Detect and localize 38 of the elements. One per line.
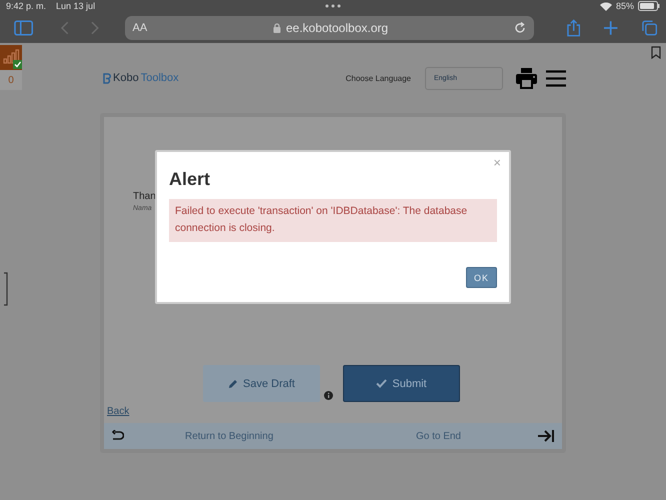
bracket-mark (4, 272, 8, 306)
language-label: Choose Language (346, 74, 411, 82)
go-to-end-icon[interactable] (538, 430, 554, 442)
info-icon[interactable] (324, 391, 333, 400)
sidebar-icon[interactable] (14, 20, 34, 36)
bookmark-icon[interactable] (651, 46, 661, 59)
battery-percent: 85% (616, 1, 634, 11)
go-to-end-link[interactable]: Go to End (416, 430, 461, 442)
menu-icon[interactable] (546, 70, 566, 86)
share-icon[interactable] (566, 18, 580, 36)
address-bar[interactable]: AA ee.kobotoolbox.org (124, 16, 534, 40)
kobotoolbox-logo[interactable]: Kobo Toolbox (103, 72, 179, 84)
text-size-button[interactable]: AA (132, 22, 148, 34)
close-button[interactable]: × (493, 155, 501, 170)
battery-icon (638, 1, 660, 11)
return-icon[interactable] (112, 430, 124, 442)
pencil-icon (228, 378, 238, 388)
return-to-beginning-link[interactable]: Return to Beginning (185, 430, 274, 442)
tabs-icon[interactable] (642, 20, 657, 36)
submit-button[interactable]: Submit (343, 365, 460, 402)
error-message: Failed to execute 'transaction' on 'IDBDatabase': The database connection is closing. (169, 199, 497, 242)
more-icon[interactable] (325, 4, 341, 8)
ok-button[interactable]: OK (466, 267, 497, 288)
lock-icon (272, 22, 281, 32)
status-date: Lun 13 jul (56, 1, 96, 11)
reload-icon[interactable] (514, 22, 526, 34)
url-text: ee.kobotoolbox.org (286, 20, 388, 34)
print-icon[interactable] (516, 68, 537, 88)
check-icon (376, 379, 388, 388)
save-draft-button[interactable]: Save Draft (203, 365, 320, 402)
queue-count: 0 (0, 70, 22, 90)
wifi-icon (600, 2, 612, 10)
status-time: 9:42 p. m. (6, 1, 46, 11)
queue-status-icon[interactable] (0, 45, 22, 70)
back-link[interactable]: Back (107, 406, 130, 417)
question-label: Than (133, 191, 156, 202)
dialog-title: Alert (169, 169, 212, 190)
plus-icon[interactable] (604, 20, 618, 34)
